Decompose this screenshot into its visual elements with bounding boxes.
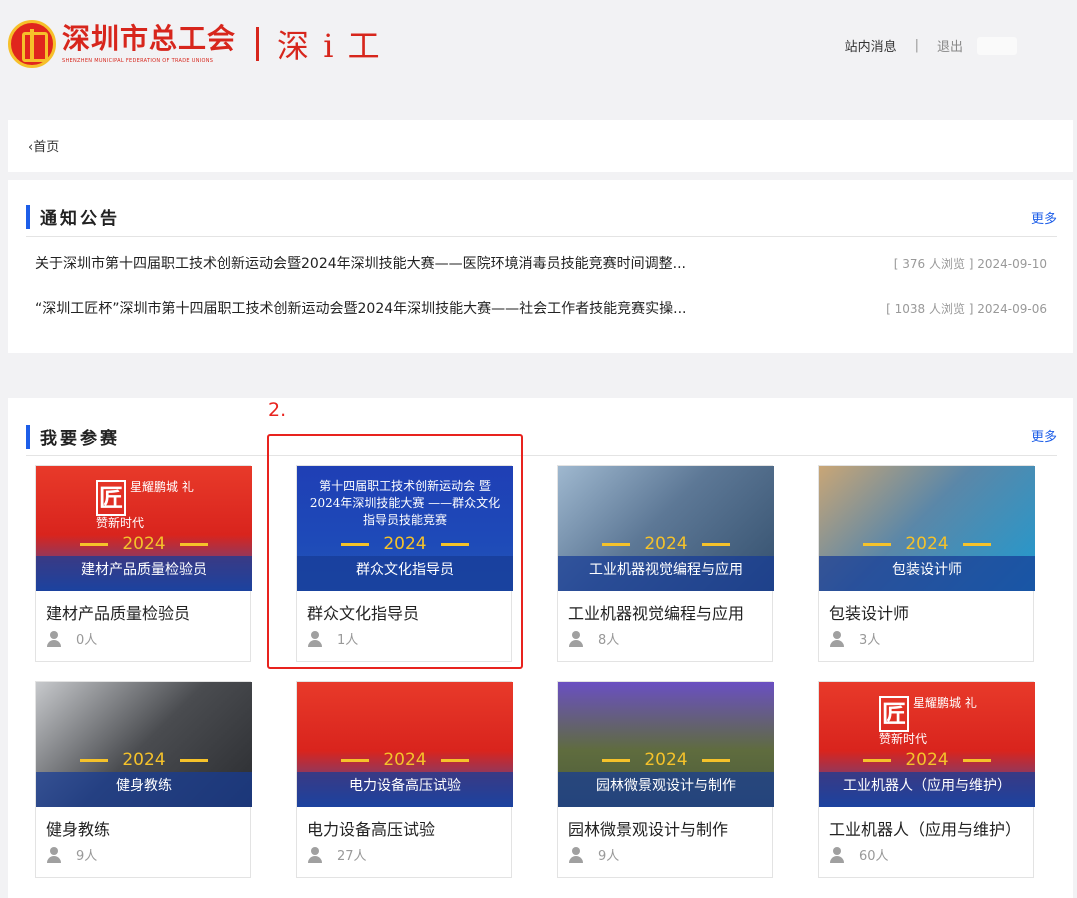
contest-card[interactable]: 2024 健身教练 健身教练 9人 <box>35 681 252 878</box>
banner-label: 工业机器视觉编程与应用 <box>558 556 774 591</box>
banner-year: 2024 <box>558 534 774 554</box>
banner-label: 建材产品质量检验员 <box>36 556 252 591</box>
banner-year: 2024 <box>297 750 513 770</box>
participant-count-value: 0人 <box>76 633 98 648</box>
participant-count-value: 9人 <box>76 849 98 864</box>
breadcrumb-home-label: 首页 <box>33 140 60 155</box>
participant-count: 27人 <box>307 845 367 864</box>
participant-count-value: 3人 <box>859 633 881 648</box>
contest-name[interactable]: 工业机器视觉编程与应用 <box>568 600 744 624</box>
top-nav: 站内消息 | 退出 <box>845 36 1017 55</box>
notice-meta: [ 1038 人浏览 ] 2024-09-06 <box>886 301 1047 316</box>
notice-section-title: 通知公告 <box>40 209 120 229</box>
participant-count: 60人 <box>829 845 889 864</box>
craftsman-logo-icon: 匠 <box>879 696 909 732</box>
contest-name[interactable]: 包装设计师 <box>829 600 909 624</box>
banner-label: 园林微景观设计与制作 <box>558 772 774 807</box>
person-icon <box>568 846 584 863</box>
org-english-name: SHENZHEN MUNICIPAL FEDERATION OF TRADE U… <box>62 58 214 64</box>
banner-year: 2024 <box>558 750 774 770</box>
messages-link[interactable]: 站内消息 <box>845 36 897 55</box>
user-avatar[interactable] <box>977 36 1017 55</box>
person-icon <box>46 846 62 863</box>
contest-name[interactable]: 建材产品质量检验员 <box>46 600 190 624</box>
contest-banner-image[interactable]: 匠星耀鹏城 礼赞新时代 2024 工业机器人（应用与维护） <box>819 682 1035 807</box>
notice-section: 通知公告 更多 关于深圳市第十四届职工技术创新运动会暨2024年深圳技能大赛——… <box>8 180 1073 353</box>
banner-label: 健身教练 <box>36 772 252 807</box>
contest-section: 我要参赛 更多 匠星耀鹏城 礼赞新时代 2024 建材产品质量检验员 建材产品质量检验… <box>8 398 1073 898</box>
section-accent-bar <box>26 424 30 449</box>
notice-item[interactable]: 关于深圳市第十四届职工技术创新运动会暨2024年深圳技能大赛——医院环境消毒员技… <box>35 253 1047 273</box>
banner-year: 2024 <box>36 750 252 770</box>
contest-card[interactable]: 2024 园林微景观设计与制作 园林微景观设计与制作 9人 <box>557 681 774 878</box>
participant-count: 9人 <box>46 845 97 864</box>
section-accent-bar <box>26 204 30 229</box>
breadcrumb-home-link[interactable]: ‹首页 <box>28 136 59 155</box>
contest-name[interactable]: 工业机器人（应用与维护） <box>829 816 1021 840</box>
notice-more-link[interactable]: 更多 <box>1031 208 1057 227</box>
participant-count: 8人 <box>568 629 619 648</box>
contest-name[interactable]: 园林微景观设计与制作 <box>568 816 728 840</box>
contest-banner-image[interactable]: 匠星耀鹏城 礼赞新时代 2024 建材产品质量检验员 <box>36 466 252 591</box>
site-header: 深圳市总工会 SHENZHEN MUNICIPAL FEDERATION OF … <box>0 0 1077 90</box>
breadcrumb: ‹首页 <box>8 120 1073 172</box>
banner-label: 包装设计师 <box>819 556 1035 591</box>
logo-divider <box>256 27 260 61</box>
contest-more-link[interactable]: 更多 <box>1031 426 1057 445</box>
contest-banner-image[interactable]: 2024 包装设计师 <box>819 466 1035 591</box>
contest-card[interactable]: 匠星耀鹏城 礼赞新时代 2024 建材产品质量检验员 建材产品质量检验员 0人 <box>35 465 252 662</box>
contest-card[interactable]: 2024 电力设备高压试验 电力设备高压试验 27人 <box>296 681 513 878</box>
contest-name[interactable]: 电力设备高压试验 <box>307 816 435 840</box>
contest-banner-image[interactable]: 2024 工业机器视觉编程与应用 <box>558 466 774 591</box>
banner-label: 电力设备高压试验 <box>297 772 513 807</box>
participant-count: 0人 <box>46 629 97 648</box>
participant-count: 3人 <box>829 629 880 648</box>
banner-year: 2024 <box>819 534 1035 554</box>
banner-year: 2024 <box>36 534 252 554</box>
annotation-label: 2. <box>268 399 287 421</box>
contest-section-title: 我要参赛 <box>40 429 120 449</box>
craftsman-logo-icon: 匠 <box>96 480 126 516</box>
contest-card[interactable]: 匠星耀鹏城 礼赞新时代 2024 工业机器人（应用与维护） 工业机器人（应用与维护） 6… <box>818 681 1035 878</box>
person-icon <box>46 630 62 647</box>
person-icon <box>307 846 323 863</box>
section-divider <box>26 236 1057 237</box>
section-divider <box>26 455 1057 456</box>
person-icon <box>829 846 845 863</box>
brand-name: 深 i 工 <box>277 27 382 65</box>
contest-card[interactable]: 2024 包装设计师 包装设计师 3人 <box>818 465 1035 662</box>
participant-count-value: 9人 <box>598 849 620 864</box>
notice-item[interactable]: “深圳工匠杯”深圳市第十四届职工技术创新运动会暨2024年深圳技能大赛——社会工… <box>35 298 1047 318</box>
org-name: 深圳市总工会 <box>62 22 237 55</box>
annotation-highlight-box <box>267 434 523 669</box>
banner-year: 2024 <box>819 750 1035 770</box>
contest-banner-image[interactable]: 2024 电力设备高压试验 <box>297 682 513 807</box>
notice-section-header: 通知公告 <box>26 204 120 229</box>
banner-hero-text: 匠星耀鹏城 礼赞新时代 <box>879 696 977 746</box>
logout-link[interactable]: 退出 <box>937 36 963 55</box>
nav-separator: | <box>914 38 919 53</box>
participant-count-value: 27人 <box>337 849 367 864</box>
contest-banner-image[interactable]: 2024 健身教练 <box>36 682 252 807</box>
participant-count-value: 60人 <box>859 849 889 864</box>
participant-count: 9人 <box>568 845 619 864</box>
notice-title[interactable]: 关于深圳市第十四届职工技术创新运动会暨2024年深圳技能大赛——医院环境消毒员技… <box>35 253 686 273</box>
contest-section-header: 我要参赛 <box>26 424 120 449</box>
banner-label: 工业机器人（应用与维护） <box>819 772 1035 807</box>
person-icon <box>568 630 584 647</box>
contest-card[interactable]: 2024 工业机器视觉编程与应用 工业机器视觉编程与应用 8人 <box>557 465 774 662</box>
participant-count-value: 8人 <box>598 633 620 648</box>
person-icon <box>829 630 845 647</box>
contest-name[interactable]: 健身教练 <box>46 816 110 840</box>
union-emblem-icon <box>8 20 56 68</box>
site-logo[interactable]: 深圳市总工会 SHENZHEN MUNICIPAL FEDERATION OF … <box>8 20 382 68</box>
notice-meta: [ 376 人浏览 ] 2024-09-10 <box>893 256 1047 271</box>
contest-banner-image[interactable]: 2024 园林微景观设计与制作 <box>558 682 774 807</box>
banner-hero-text: 匠星耀鹏城 礼赞新时代 <box>96 480 194 530</box>
notice-title[interactable]: “深圳工匠杯”深圳市第十四届职工技术创新运动会暨2024年深圳技能大赛——社会工… <box>35 298 686 318</box>
